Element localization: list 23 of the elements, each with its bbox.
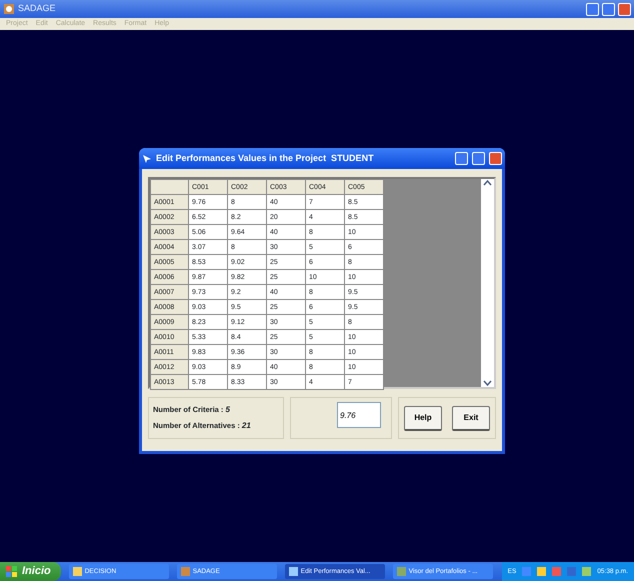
start-button[interactable]: Inicio bbox=[0, 562, 61, 581]
minimize-button[interactable] bbox=[455, 152, 468, 165]
dialog-icon bbox=[288, 567, 298, 576]
close-button[interactable] bbox=[618, 2, 631, 16]
maximize-button[interactable] bbox=[472, 152, 485, 165]
window-title: SADAGE bbox=[18, 2, 56, 16]
scroll-up-icon[interactable] bbox=[483, 179, 492, 187]
dialog-icon bbox=[142, 154, 152, 164]
viewer-icon bbox=[396, 567, 406, 576]
help-button[interactable]: Help bbox=[404, 406, 442, 430]
close-button[interactable] bbox=[489, 152, 502, 165]
minimize-button[interactable] bbox=[586, 2, 599, 16]
app-icon bbox=[180, 567, 190, 576]
vertical-scrollbar[interactable] bbox=[481, 179, 494, 387]
exit-button[interactable]: Exit bbox=[452, 406, 490, 430]
value-field[interactable]: 9.76 bbox=[337, 402, 381, 428]
corner-cell bbox=[150, 180, 188, 194]
app-icon bbox=[3, 3, 15, 15]
windows-logo-icon bbox=[6, 566, 18, 578]
dialog-title: Edit Performances Values in the Project STUDENT bbox=[156, 152, 374, 165]
folder-icon bbox=[72, 567, 82, 576]
restore-button[interactable] bbox=[602, 2, 615, 16]
scroll-down-icon[interactable] bbox=[483, 379, 492, 387]
